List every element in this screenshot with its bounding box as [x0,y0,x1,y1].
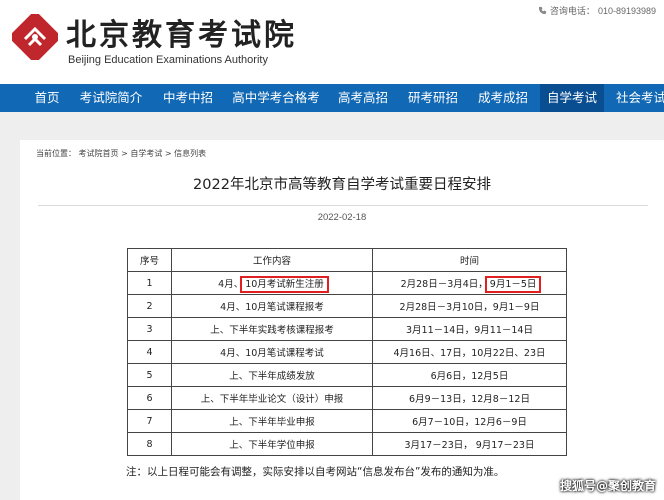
nav-item-zhongkao[interactable]: 中考中招 [152,84,224,112]
cell-index: 7 [127,409,172,433]
cell-content: 4月、10月笔试课程考试 [171,340,373,364]
site-header: 北京教育考试院 Beijing Education Examinations A… [0,0,664,84]
table-row: 8 上、下半年学位申报 3月17－23日， 9月17－23日 [127,432,567,456]
header-index: 序号 [127,248,172,272]
breadcrumb-prefix: 当前位置： [36,149,76,158]
table-row: 3 上、下半年实践考核课程报考 3月11－14日，9月11－14日 [127,317,567,341]
header-content: 工作内容 [171,248,373,272]
phone-icon [538,6,547,15]
cell-content-prefix: 4月、 [218,279,244,290]
nav-item-shehui[interactable]: 社会考试 [606,84,664,112]
cell-index: 5 [127,363,172,387]
table-row: 5 上、下半年成绩发放 6月6日，12月5日 [127,363,567,387]
nav-item-chengkao[interactable]: 成考成招 [468,84,538,112]
cell-time: 6月7－10日，12月6－9日 [372,409,567,433]
nav-item-about[interactable]: 考试院简介 [70,84,152,112]
article-date: 2022-02-18 [317,212,367,223]
nav-item-xuekao[interactable]: 高中学考合格考 [224,84,328,112]
logo-english-name: Beijing Education Examinations Authority [68,54,268,66]
cell-index: 6 [127,386,172,410]
cell-index: 8 [127,432,172,456]
logo-emblem-icon[interactable] [12,14,58,60]
cell-time: 3月17－23日， 9月17－23日 [372,432,567,456]
cell-content: 4月、10月笔试课程报考 [171,294,373,318]
nav-item-home[interactable]: 首页 [24,84,70,112]
header-time: 时间 [372,248,567,272]
title-divider [38,205,648,206]
highlight-box: 9月1－5日 [484,276,542,293]
hotline-number: 010-89193989 [597,5,656,16]
hotline: 咨询电话： 010-89193989 [538,4,656,17]
hotline-label: 咨询电话： [549,6,595,16]
cell-content: 上、下半年学位申报 [171,432,373,456]
cell-index: 2 [127,294,172,318]
nav-item-yankao[interactable]: 研考研招 [398,84,468,112]
highlight-box: 10月考试新生注册 [240,276,329,293]
cell-index: 3 [127,317,172,341]
breadcrumb-list-link[interactable]: 信息列表 [174,149,206,158]
cell-time: 3月11－14日，9月11－14日 [372,317,567,341]
breadcrumb-home-link[interactable]: 考试院首页 [79,149,119,158]
nav-item-gaokao[interactable]: 高考高招 [328,84,398,112]
cell-time: 6月9－13日，12月8－12日 [372,386,567,410]
cell-time: 2月28日－3月4日， 9月1－5日 [372,271,567,295]
nav-item-zikao[interactable]: 自学考试 [540,84,604,112]
schedule-note: 注：以上日程可能会有调整，实际安排以自考网站“信息发布台”发布的通知为准。 [126,466,505,478]
cell-time: 6月6日，12月5日 [372,363,567,387]
watermark: 搜狐号@聚创教育 [559,479,656,493]
cell-content: 上、下半年毕业申报 [171,409,373,433]
table-header-row: 序号 工作内容 时间 [127,248,567,272]
schedule-table: 序号 工作内容 时间 1 4月、 10月考试新生注册 2月28日－3月4日， 9月1… [127,248,567,456]
table-row: 2 4月、10月笔试课程报考 2月28日－3月10日，9月1－9日 [127,294,567,318]
cell-time: 2月28日－3月10日，9月1－9日 [372,294,567,318]
cell-content: 上、下半年实践考核课程报考 [171,317,373,341]
breadcrumb-separator: > [164,149,172,158]
table-row: 1 4月、 10月考试新生注册 2月28日－3月4日， 9月1－5日 [127,271,567,295]
cell-time-prefix: 2月28日－3月4日， [400,279,488,290]
cell-index: 1 [127,271,172,295]
main-nav: 首页 考试院简介 中考中招 高中学考合格考 高考高招 研考研招 成考成招 自学考… [0,84,664,112]
breadcrumb-separator: > [121,149,128,158]
article-title: 2022年北京市高等教育自学考试重要日程安排 [193,177,491,193]
breadcrumb-zikao-link[interactable]: 自学考试 [130,149,162,158]
table-row: 6 上、下半年毕业论文（设计）申报 6月9－13日，12月8－12日 [127,386,567,410]
cell-time: 4月16日、17日，10月22日、23日 [372,340,567,364]
cell-content: 上、下半年毕业论文（设计）申报 [171,386,373,410]
logo-chinese-name[interactable]: 北京教育考试院 [66,10,297,54]
cell-content: 上、下半年成绩发放 [171,363,373,387]
table-row: 7 上、下半年毕业申报 6月7－10日，12月6－9日 [127,409,567,433]
breadcrumb: 当前位置： 考试院首页 > 自学考试 > 信息列表 [36,148,206,159]
cell-index: 4 [127,340,172,364]
cell-content: 4月、 10月考试新生注册 [171,271,373,295]
table-row: 4 4月、10月笔试课程考试 4月16日、17日，10月22日、23日 [127,340,567,364]
